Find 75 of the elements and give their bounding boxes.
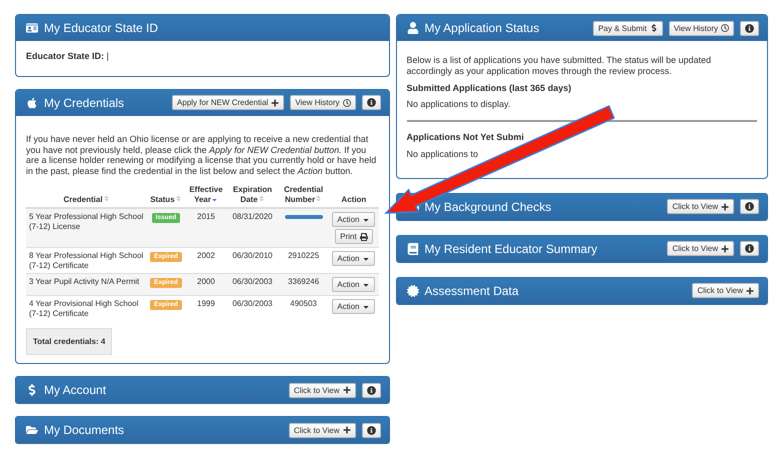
- intro-text: If you have never held an Ohio license or are applying to receive a new credential that you have not previously held, please click the Apply for NEW Credential button. If you are a license holder renewing or modifying a license that you currently hold or have held in the past, please find the credential in the list below and select the Action button.: [26, 134, 378, 177]
- clock-icon: [721, 24, 729, 32]
- table-cell: 2015: [184, 208, 228, 248]
- table-cell: 490503: [290, 299, 317, 308]
- table-cell: 1999: [184, 296, 228, 322]
- plus-icon: [342, 426, 350, 434]
- printer-icon: [360, 232, 368, 241]
- table-cell: 3 Year Pupil Activity N/A Permit: [26, 274, 147, 296]
- panel-button[interactable]: Click to View: [667, 241, 734, 256]
- info-button[interactable]: [740, 199, 759, 214]
- info-icon: [366, 426, 376, 435]
- table-cell: 3369246: [288, 277, 320, 286]
- panel-title: My Educator State ID: [44, 21, 160, 35]
- apple-icon: [26, 96, 38, 109]
- info-button[interactable]: [362, 382, 380, 398]
- table-cell: 2910225: [288, 251, 320, 260]
- table-cell: 06/30/2003: [227, 296, 278, 322]
- section-heading: Applications Not Yet Submi: [406, 132, 525, 143]
- plus-icon: [271, 98, 280, 107]
- table-cell: 4 Year Provisional High School (7-12) Certificate: [26, 296, 147, 322]
- table-cell: 06/30/2010: [227, 248, 278, 274]
- dollar-icon: [650, 24, 658, 32]
- panel-title: Assessment Data: [424, 284, 520, 298]
- table-cell: 2000: [184, 274, 228, 296]
- plus-icon: [721, 244, 729, 253]
- field-label: Educator State ID:: [26, 51, 104, 61]
- info-icon: [366, 386, 376, 395]
- panel-button[interactable]: Pay & Submit: [593, 20, 663, 36]
- table-cell: 08/31/2020: [227, 208, 278, 248]
- panel-button[interactable]: Click to View: [288, 382, 356, 398]
- info-button[interactable]: [362, 95, 380, 110]
- panel-button[interactable]: Click to View: [692, 283, 759, 298]
- plus-icon: [342, 386, 350, 394]
- panel-title: My Credentials: [44, 96, 126, 110]
- panel-button[interactable]: Print: [335, 229, 373, 244]
- id-card-icon: [26, 22, 38, 34]
- plus-icon: [721, 202, 729, 211]
- info-button[interactable]: [740, 241, 759, 256]
- badge-icon: [406, 284, 418, 297]
- book-icon: [406, 242, 418, 255]
- field-value: |: [106, 51, 109, 61]
- table-cell: 06/30/2003: [227, 274, 278, 296]
- intro-text: Below is a list of applications you have submitted. The status will be updated accordingly as your application moves through the review process.: [406, 55, 712, 77]
- panel-button[interactable]: Action: [332, 299, 376, 314]
- panel-title: My Background Checks: [424, 200, 552, 214]
- empty-note: No applications to display.: [406, 99, 512, 110]
- panel-button[interactable]: Action: [332, 277, 376, 292]
- info-icon: [745, 24, 754, 32]
- panel-button[interactable]: View History: [290, 95, 356, 110]
- info-icon: [366, 98, 376, 108]
- panel-title: My Application Status: [424, 21, 540, 35]
- panel-title: My Resident Educator Summary: [424, 242, 598, 256]
- table-cell: 5 Year Professional High School (7-12) License: [26, 208, 147, 248]
- empty-note: No applications to: [406, 148, 480, 160]
- info-icon: [745, 202, 754, 212]
- panel-button[interactable]: Click to View: [667, 199, 734, 214]
- table-cell: 2002: [184, 248, 228, 274]
- panel-button[interactable]: Click to View: [288, 422, 356, 438]
- info-icon: [745, 244, 754, 254]
- user-icon: [406, 22, 418, 34]
- info-button[interactable]: [362, 422, 380, 438]
- dollar-icon: [26, 384, 38, 396]
- panel-title: My Documents: [44, 423, 126, 438]
- panel-title: My Account: [44, 383, 108, 398]
- panel-button[interactable]: Action: [332, 212, 376, 228]
- panel-button[interactable]: View History: [668, 20, 734, 36]
- folder-icon: [26, 424, 38, 436]
- info-button[interactable]: [740, 20, 759, 36]
- section-heading: Submitted Applications (last 365 days): [406, 82, 572, 94]
- table-cell: 8 Year Professional High School (7-12) Certificate: [26, 248, 147, 274]
- total-count: Total credentials: 4: [26, 328, 112, 356]
- clock-icon: [342, 98, 350, 107]
- panel-button[interactable]: Apply for NEW Credential: [172, 95, 284, 110]
- panel-button[interactable]: Action: [332, 251, 376, 266]
- plus-icon: [746, 286, 754, 295]
